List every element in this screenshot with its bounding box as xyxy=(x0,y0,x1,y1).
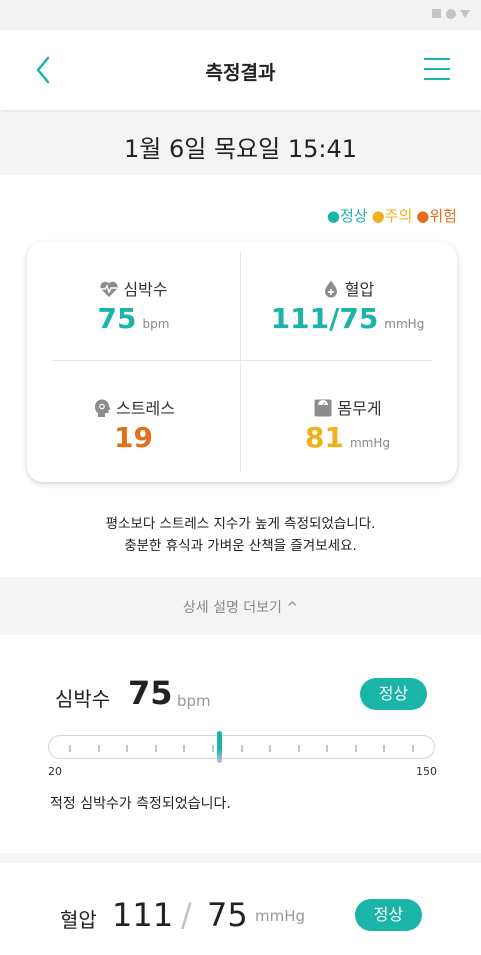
heart-rate-detail-label: 심박수 xyxy=(55,687,111,711)
gauge-tick xyxy=(297,745,300,752)
heart-pulse-icon xyxy=(100,281,118,297)
status-bar xyxy=(0,0,481,30)
metric-blood-pressure: 혈압 111/75 mmHg xyxy=(241,242,454,360)
metric-weight-unit: mmHg xyxy=(349,436,390,450)
head-stress-icon xyxy=(95,399,111,417)
advice-line-2: 충분한 휴식과 가벼운 산책을 즐겨보세요. xyxy=(124,538,357,554)
legend-danger: ●위험 xyxy=(416,207,457,225)
metric-stress-value: 19 xyxy=(114,421,153,454)
gauge-tick xyxy=(183,745,186,752)
metric-stress-label: 스트레스 xyxy=(116,399,175,418)
blood-pressure-systolic: 111 xyxy=(112,896,174,934)
status-circle-icon xyxy=(446,9,456,19)
gauge-tick xyxy=(240,745,243,752)
scale-icon xyxy=(314,399,332,417)
heart-rate-detail-value: 75 xyxy=(128,674,173,712)
blood-drop-plus-icon xyxy=(324,280,337,298)
gauge-tick xyxy=(211,745,214,752)
gauge-tick xyxy=(126,745,129,752)
section-divider xyxy=(0,853,481,863)
metric-heart-rate-label: 심박수 xyxy=(123,280,168,299)
gauge-tick xyxy=(412,745,414,752)
heart-rate-detail-unit: bpm xyxy=(177,692,211,710)
menu-button[interactable] xyxy=(422,55,452,83)
hamburger-menu-icon xyxy=(424,58,450,80)
more-details-button[interactable]: 상세 설명 더보기 ^ xyxy=(0,577,481,635)
gauge-tick xyxy=(97,745,100,752)
gauge-tick xyxy=(326,745,329,752)
date-band: 1월 6일 목요일 15:41 xyxy=(0,113,481,175)
metric-blood-pressure-value: 111/75 xyxy=(270,302,379,335)
blood-pressure-separator: / xyxy=(181,896,192,934)
blood-pressure-diastolic: 75 xyxy=(207,896,248,934)
heart-rate-gauge xyxy=(48,731,435,763)
more-details-label: 상세 설명 더보기 ^ xyxy=(182,600,299,616)
heart-rate-detail-message: 적정 심박수가 측정되었습니다. xyxy=(50,796,231,812)
advice-line-1: 평소보다 스트레스 지수가 높게 측정되었습니다. xyxy=(105,516,376,532)
advice-message: 평소보다 스트레스 지수가 높게 측정되었습니다. 충분한 휴식과 가벼운 산책… xyxy=(0,513,481,557)
gauge-tick xyxy=(269,745,272,752)
heart-rate-gauge-marker xyxy=(217,731,223,763)
metric-weight-value: 81 xyxy=(305,421,344,454)
page-title: 측정결과 xyxy=(205,62,276,84)
metric-stress: 스트레스 19 xyxy=(27,361,240,479)
metric-blood-pressure-unit: mmHg xyxy=(384,317,425,331)
legend-normal: ●정상 xyxy=(326,207,368,225)
gauge-tick xyxy=(354,745,357,752)
blood-pressure-detail-unit: mmHg xyxy=(255,907,306,925)
gauge-tick xyxy=(383,745,386,752)
gauge-tick xyxy=(69,745,71,752)
measurement-date: 1월 6일 목요일 15:41 xyxy=(124,135,357,163)
blood-pressure-detail-label: 혈압 xyxy=(60,908,97,932)
metric-blood-pressure-label: 혈압 xyxy=(344,280,375,299)
gauge-tick xyxy=(154,745,157,752)
status-legend: ●정상 ●주의 ●위험 xyxy=(323,205,457,226)
app-bar: 측정결과 xyxy=(0,30,481,110)
legend-caution: ●주의 xyxy=(371,207,413,225)
metric-heart-rate-value: 75 xyxy=(97,302,137,335)
metric-weight-label: 몸무게 xyxy=(337,399,382,418)
gauge-min-label: 20 xyxy=(48,765,62,778)
metric-weight: 몸무게 81 mmHg xyxy=(241,361,454,479)
metric-heart-rate: 심박수 75 bpm xyxy=(27,242,240,360)
metric-heart-rate-unit: bpm xyxy=(142,317,170,331)
gauge-max-label: 150 xyxy=(416,765,437,778)
status-square-icon xyxy=(432,9,441,18)
blood-pressure-status-badge: 정상 xyxy=(355,899,422,931)
status-triangle-icon xyxy=(460,10,470,18)
summary-card: 심박수 75 bpm 혈압 111/75 mmHg 스트레스 19 몸무게 81… xyxy=(27,242,457,482)
heart-rate-status-badge: 정상 xyxy=(360,678,427,710)
